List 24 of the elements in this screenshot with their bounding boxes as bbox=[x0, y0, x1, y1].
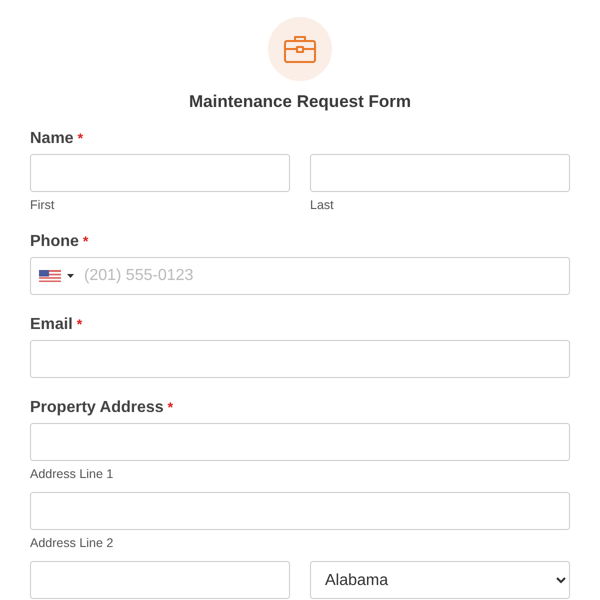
form-title: Maintenance Request Form bbox=[189, 92, 411, 112]
field-sublabel: First bbox=[30, 198, 56, 212]
field-label: Name bbox=[30, 130, 74, 148]
caret-icon bbox=[67, 274, 74, 278]
text-field[interactable] bbox=[30, 561, 290, 599]
required-mark: * bbox=[76, 316, 82, 332]
field-sublabel: Address Line 2 bbox=[30, 536, 114, 550]
field-sublabel: Address Line 1 bbox=[30, 467, 114, 481]
field-label: Email bbox=[30, 316, 73, 334]
required-mark: * bbox=[168, 399, 174, 415]
field-label: Phone bbox=[30, 233, 79, 251]
text-field[interactable] bbox=[30, 340, 570, 378]
required-mark: * bbox=[82, 233, 88, 249]
flag-icon bbox=[39, 270, 61, 282]
required-mark: * bbox=[78, 130, 84, 146]
state-select[interactable]: Alabama bbox=[310, 561, 570, 599]
text-field[interactable] bbox=[30, 154, 290, 192]
field-sublabel: Last bbox=[310, 198, 335, 212]
text-field[interactable] bbox=[30, 492, 570, 530]
phone-field[interactable]: (201) 555-0123 bbox=[30, 257, 570, 295]
field-label: Property Address bbox=[30, 399, 164, 417]
briefcase-icon bbox=[284, 35, 316, 63]
text-field[interactable] bbox=[30, 423, 570, 461]
text-field[interactable] bbox=[310, 154, 570, 192]
